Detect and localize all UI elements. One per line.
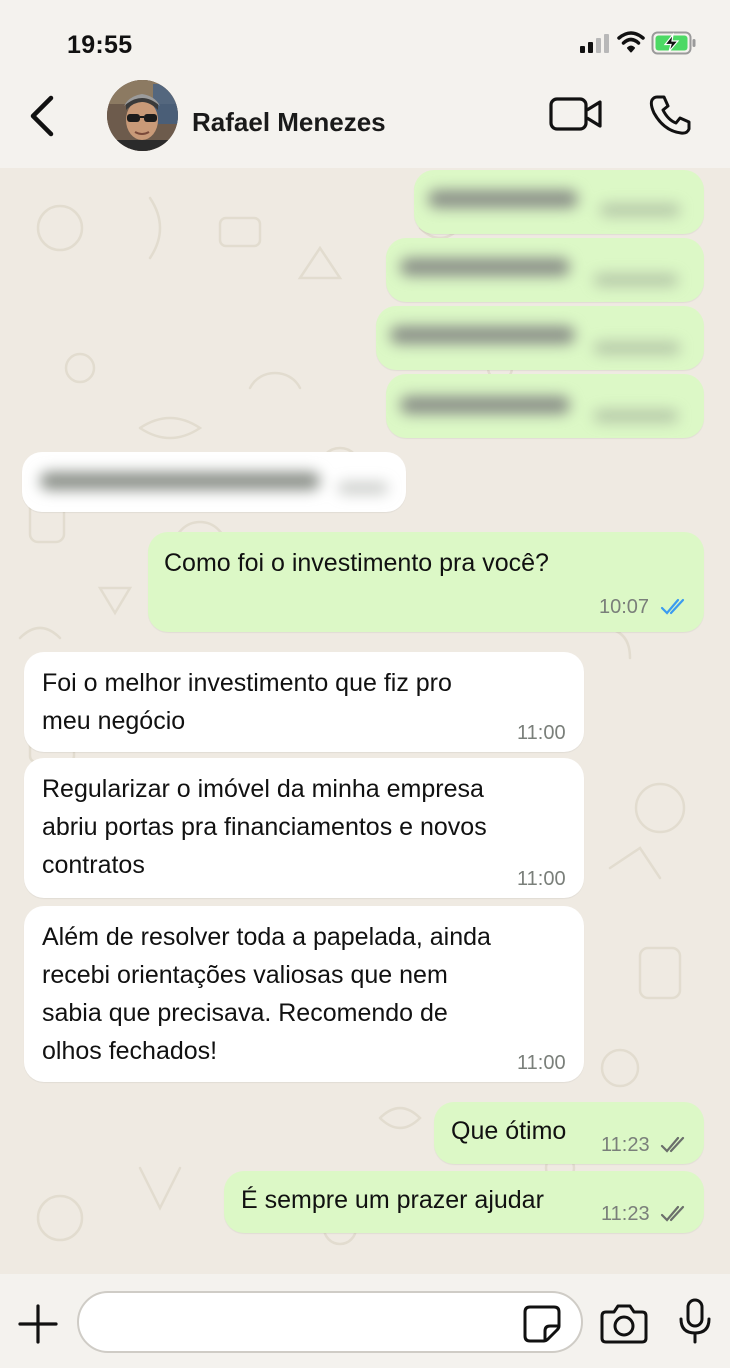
- back-icon[interactable]: [24, 94, 60, 138]
- message-text: Além de resolver toda a papelada, ainda …: [42, 923, 491, 1065]
- message-text: Como foi o investimento pra você?: [164, 549, 549, 577]
- message-text: Foi o melhor investimento que fiz pro me…: [42, 669, 452, 735]
- double-check-icon: [660, 598, 685, 615]
- message-bubble-incoming[interactable]: Além de resolver toda a papelada, ainda …: [24, 906, 584, 1082]
- message-bubble-incoming[interactable]: Regularizar o imóvel da minha empresa ab…: [24, 758, 584, 898]
- chat-area[interactable]: Como foi o investimento pra você? 10:07 …: [0, 168, 730, 1274]
- phone-icon[interactable]: [648, 94, 692, 136]
- battery-icon: [651, 31, 696, 55]
- message-bubble-outgoing[interactable]: Que ótimo 11:23: [434, 1102, 704, 1164]
- message-time: 11:00: [517, 722, 566, 744]
- double-check-icon: [660, 1136, 685, 1153]
- message-time: 11:23: [601, 1134, 650, 1156]
- sticker-icon[interactable]: [522, 1304, 562, 1344]
- blurred-message: [22, 452, 406, 512]
- avatar-photo: [107, 80, 178, 151]
- input-bar: [0, 1274, 730, 1368]
- message-time: 11:00: [517, 868, 566, 890]
- microphone-icon[interactable]: [677, 1298, 713, 1344]
- cellular-signal-icon: [580, 34, 609, 53]
- status-bar: 19:55: [0, 0, 730, 80]
- blurred-message: [386, 374, 704, 438]
- contact-name[interactable]: Rafael Menezes: [192, 107, 386, 138]
- video-call-icon[interactable]: [549, 96, 603, 132]
- message-bubble-incoming[interactable]: Foi o melhor investimento que fiz pro me…: [24, 652, 584, 752]
- chat-header: Rafael Menezes: [0, 80, 730, 168]
- message-text: Que ótimo: [451, 1117, 567, 1145]
- plus-icon[interactable]: [18, 1304, 58, 1344]
- message-bubble-outgoing[interactable]: É sempre um prazer ajudar 11:23: [224, 1171, 704, 1233]
- message-time: 10:07: [599, 596, 650, 618]
- wifi-icon: [617, 31, 645, 53]
- double-check-icon: [660, 1205, 685, 1222]
- blurred-message: [376, 306, 704, 370]
- message-time: 11:23: [601, 1203, 650, 1225]
- message-time: 11:00: [517, 1052, 566, 1074]
- message-text: Regularizar o imóvel da minha empresa ab…: [42, 775, 487, 879]
- message-bubble-outgoing[interactable]: Como foi o investimento pra você? 10:07: [148, 532, 704, 632]
- avatar[interactable]: [107, 80, 178, 151]
- camera-icon[interactable]: [600, 1302, 648, 1344]
- status-time: 19:55: [67, 31, 133, 59]
- message-text: É sempre um prazer ajudar: [241, 1186, 544, 1214]
- blurred-message: [414, 170, 704, 234]
- message-input[interactable]: [77, 1291, 583, 1353]
- blurred-message: [386, 238, 704, 302]
